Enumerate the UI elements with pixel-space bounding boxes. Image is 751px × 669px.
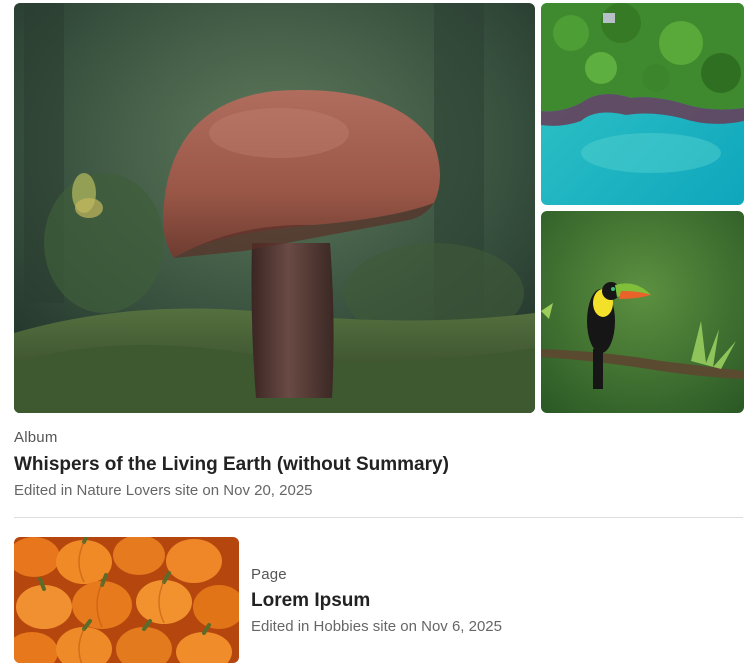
mushroom-image[interactable]	[14, 3, 535, 413]
album-result-card[interactable]: Album Whispers of the Living Earth (with…	[14, 3, 745, 508]
toucan-image[interactable]	[541, 211, 744, 413]
album-edited-info: Edited in Nature Lovers site on Nov 20, …	[14, 482, 313, 499]
page-type-label: Page	[251, 566, 287, 583]
page-title[interactable]: Lorem Ipsum	[251, 590, 370, 612]
coastline-image[interactable]	[541, 3, 744, 205]
album-type-label: Album	[14, 429, 58, 446]
album-image-mosaic[interactable]	[14, 3, 745, 413]
pumpkins-image[interactable]	[14, 537, 239, 663]
results-divider	[14, 517, 743, 518]
page-result-card[interactable]: Page Lorem Ipsum Edited in Hobbies site …	[14, 537, 745, 665]
album-title[interactable]: Whispers of the Living Earth (without Su…	[14, 454, 449, 476]
page-edited-info: Edited in Hobbies site on Nov 6, 2025	[251, 618, 502, 635]
